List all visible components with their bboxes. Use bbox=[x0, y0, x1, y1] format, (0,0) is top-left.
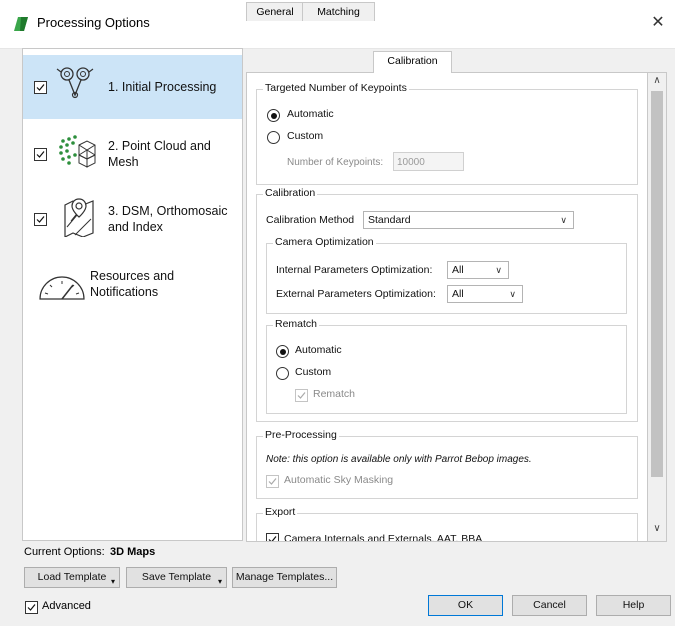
export-camera-label: Camera Internals and Externals, AAT, BBA bbox=[284, 533, 483, 542]
tab-matching[interactable]: Matching bbox=[302, 2, 375, 21]
preprocessing-group: Pre-Processing Note: this option is avai… bbox=[256, 429, 638, 499]
sidebar: 1. Initial Processing 2. Point Cloud and… bbox=[22, 48, 243, 541]
number-of-keypoints-input[interactable]: 10000 bbox=[393, 152, 464, 171]
point-cloud-checkbox[interactable] bbox=[34, 148, 47, 161]
preprocessing-note: Note: this option is available only with… bbox=[266, 454, 532, 465]
window-title: Processing Options bbox=[37, 15, 150, 30]
calibration-method-label: Calibration Method bbox=[266, 214, 355, 226]
sidebar-item-label-line1: 3. DSM, Orthomosaic bbox=[108, 204, 228, 218]
tab-general[interactable]: General bbox=[246, 2, 304, 21]
chevron-down-icon: ∨ bbox=[560, 215, 567, 225]
rematch-group: Rematch Automatic Custom Rematch bbox=[266, 318, 627, 414]
number-of-keypoints-label: Number of Keypoints: bbox=[287, 157, 384, 168]
sidebar-item-point-cloud[interactable]: 2. Point Cloud and Mesh bbox=[23, 121, 242, 185]
keypoints-automatic-label: Automatic bbox=[287, 108, 334, 120]
external-params-value: All bbox=[452, 288, 464, 300]
sky-masking-label: Automatic Sky Masking bbox=[284, 474, 394, 486]
close-button[interactable]: ✕ bbox=[641, 8, 675, 38]
ok-button[interactable]: OK bbox=[428, 595, 503, 616]
keypoints-custom-radio[interactable] bbox=[267, 131, 280, 144]
current-options-label: Current Options: bbox=[24, 546, 105, 558]
export-group: Export Camera Internals and Externals, A… bbox=[256, 506, 638, 542]
load-template-label: Load Template bbox=[37, 571, 107, 583]
rematch-title: Rematch bbox=[273, 318, 320, 330]
internal-params-label: Internal Parameters Optimization: bbox=[276, 264, 433, 276]
chevron-down-icon: ∨ bbox=[509, 289, 516, 299]
calibration-method-select[interactable]: Standard ∨ bbox=[363, 211, 574, 229]
gauge-icon bbox=[39, 276, 85, 300]
internal-params-select[interactable]: All ∨ bbox=[447, 261, 509, 279]
load-template-button[interactable]: Load Template ▾ bbox=[24, 567, 120, 588]
external-params-label: External Parameters Optimization: bbox=[276, 288, 436, 300]
rematch-automatic-label: Automatic bbox=[295, 344, 342, 356]
scroll-up-icon[interactable]: ∧ bbox=[648, 75, 666, 91]
calibration-group: Calibration Calibration Method Standard … bbox=[256, 187, 638, 422]
advanced-checkbox[interactable] bbox=[25, 601, 38, 614]
dropdown-arrow-icon: ▾ bbox=[110, 577, 115, 586]
help-button[interactable]: Help bbox=[596, 595, 671, 616]
camera-optimization-group: Camera Optimization Internal Parameters … bbox=[266, 236, 627, 314]
current-options-value: 3D Maps bbox=[110, 546, 156, 558]
scrollbar-thumb[interactable] bbox=[651, 91, 663, 477]
export-camera-checkbox[interactable] bbox=[266, 533, 279, 541]
keypoints-custom-label: Custom bbox=[287, 130, 324, 142]
app-icon bbox=[14, 17, 28, 31]
save-template-button[interactable]: Save Template ▾ bbox=[126, 567, 227, 588]
vertical-scrollbar[interactable]: ∧ ∨ bbox=[648, 72, 667, 542]
chevron-down-icon: ∨ bbox=[495, 265, 502, 275]
sidebar-item-initial-processing[interactable]: 1. Initial Processing bbox=[23, 55, 242, 119]
keypoints-automatic-radio[interactable] bbox=[267, 109, 280, 122]
manage-templates-button[interactable]: Manage Templates... bbox=[232, 567, 337, 588]
calibration-method-value: Standard bbox=[368, 214, 411, 226]
point-cloud-icon bbox=[59, 135, 96, 168]
rematch-automatic-radio[interactable] bbox=[276, 345, 289, 358]
cancel-button[interactable]: Cancel bbox=[512, 595, 587, 616]
internal-params-value: All bbox=[452, 264, 464, 276]
initial-processing-checkbox[interactable] bbox=[34, 81, 47, 94]
export-title: Export bbox=[263, 506, 298, 518]
keypoints-group: Targeted Number of Keypoints Automatic C… bbox=[256, 82, 638, 185]
advanced-label: Advanced bbox=[42, 600, 91, 612]
tab-calibration[interactable]: Calibration bbox=[373, 51, 452, 73]
sidebar-item-label-line1: 2. Point Cloud and bbox=[108, 139, 211, 153]
camera-optimization-title: Camera Optimization bbox=[273, 236, 376, 248]
sidebar-item-resources[interactable]: Resources and Notifications bbox=[23, 253, 242, 317]
save-template-label: Save Template bbox=[141, 571, 212, 583]
sidebar-item-label: 1. Initial Processing bbox=[108, 80, 217, 94]
sidebar-item-dsm[interactable]: 3. DSM, Orthomosaic and Index bbox=[23, 187, 242, 251]
dropdown-arrow-icon: ▾ bbox=[217, 577, 222, 586]
dsm-checkbox[interactable] bbox=[34, 213, 47, 226]
initial-processing-icon bbox=[56, 67, 94, 99]
close-icon: ✕ bbox=[651, 14, 665, 31]
preprocessing-title: Pre-Processing bbox=[263, 429, 339, 441]
sidebar-item-label-line2: and Index bbox=[108, 220, 163, 234]
sidebar-item-label-line2: Notifications bbox=[90, 285, 159, 299]
sky-masking-checkbox[interactable] bbox=[266, 475, 279, 488]
sidebar-item-label-line2: Mesh bbox=[108, 155, 139, 169]
rematch-custom-radio[interactable] bbox=[276, 367, 289, 380]
keypoints-group-title: Targeted Number of Keypoints bbox=[263, 82, 409, 94]
scroll-down-icon[interactable]: ∨ bbox=[648, 523, 666, 539]
external-params-select[interactable]: All ∨ bbox=[447, 285, 523, 303]
dsm-map-icon bbox=[64, 198, 94, 237]
calibration-group-title: Calibration bbox=[263, 187, 318, 199]
rematch-checkbox[interactable] bbox=[295, 389, 308, 402]
rematch-checkbox-label: Rematch bbox=[313, 388, 356, 400]
sidebar-item-label-line1: Resources and bbox=[90, 269, 175, 283]
calibration-panel: Targeted Number of Keypoints Automatic C… bbox=[246, 72, 648, 542]
rematch-custom-label: Custom bbox=[295, 366, 332, 378]
